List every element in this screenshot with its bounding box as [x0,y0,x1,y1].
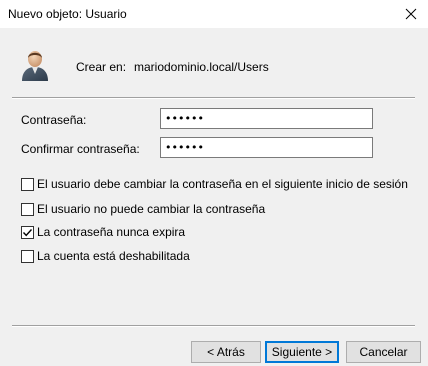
bottom-divider [12,325,415,327]
checkbox[interactable] [21,177,34,191]
option-label: El usuario debe cambiar la contraseña en… [37,177,408,191]
close-icon [405,8,417,20]
new-user-dialog: Nuevo objeto: Usuario Crear en: mariodom… [0,0,428,366]
checkbox[interactable] [21,249,34,263]
option-label: El usuario no puede cambiar la contraseñ… [37,202,266,216]
password-label: Contraseña: [21,113,87,127]
back-button[interactable]: < Atrás [191,341,261,363]
option-account-disabled[interactable]: La cuenta está deshabilitada [21,249,190,263]
checkbox-checked[interactable] [21,225,34,239]
option-must-change-password[interactable]: El usuario debe cambiar la contraseña en… [21,177,408,191]
checkmark-icon [22,228,33,236]
create-in-label: Crear en: [76,60,127,74]
window-title: Nuevo objeto: Usuario [8,7,127,21]
create-in-path: mariodominio.local/Users [134,60,269,74]
option-label: La contraseña nunca expira [37,225,186,239]
close-button[interactable] [394,0,428,28]
cancel-button[interactable]: Cancelar [346,341,421,363]
password-input[interactable]: •••••• [160,108,373,129]
title-bar: Nuevo objeto: Usuario [0,0,428,28]
checkbox[interactable] [21,202,34,216]
option-password-never-expires[interactable]: La contraseña nunca expira [21,225,185,239]
top-divider [12,97,415,99]
confirm-password-label: Confirmar contraseña: [21,142,140,156]
next-button[interactable]: Siguiente > [265,341,339,363]
option-label: La cuenta está deshabilitada [37,249,190,263]
user-icon [22,51,48,81]
option-cannot-change-password[interactable]: El usuario no puede cambiar la contraseñ… [21,202,265,216]
confirm-password-input[interactable]: •••••• [160,137,373,158]
